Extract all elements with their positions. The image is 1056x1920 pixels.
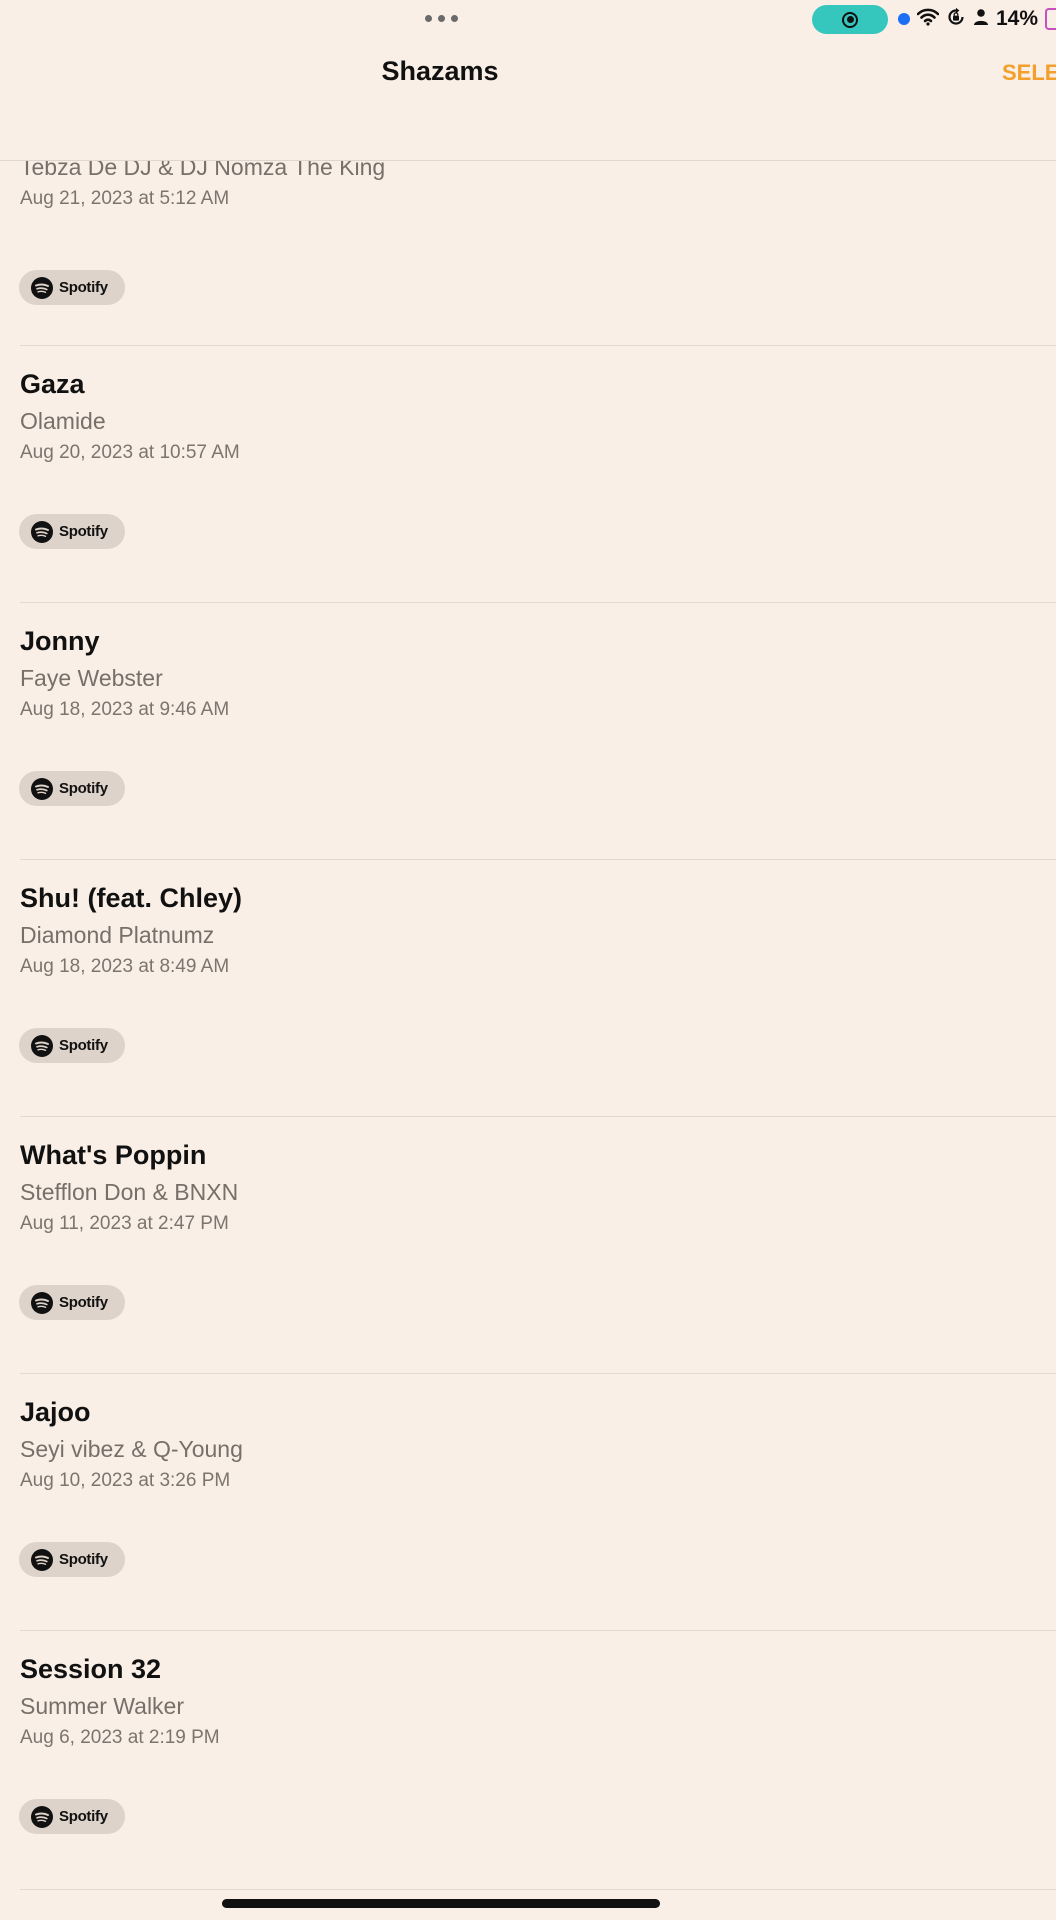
song-date: Aug 18, 2023 at 8:49 AM: [20, 956, 230, 977]
mic-indicator-icon: [898, 13, 910, 25]
open-in-spotify-button[interactable]: Spotify: [19, 270, 125, 305]
divider: [20, 1116, 1056, 1117]
list-item[interactable]: Gaza Olamide Aug 20, 2023 at 10:57 AM Sp…: [0, 345, 1056, 602]
spotify-icon: [31, 276, 53, 299]
wifi-icon: [916, 8, 940, 31]
song-artist: Faye Webster: [20, 665, 163, 691]
spotify-label: Spotify: [59, 523, 108, 540]
status-icons: 14%: [898, 6, 1056, 32]
song-date: Aug 21, 2023 at 5:12 AM: [20, 188, 230, 209]
spotify-label: Spotify: [59, 1037, 108, 1054]
song-artist: Olamide: [20, 408, 106, 434]
divider: [20, 345, 1056, 346]
shazams-screen: Tebza De DJ & DJ Nomza The King Aug 21, …: [0, 0, 1056, 1920]
rotation-lock-icon: [946, 7, 966, 32]
song-artist: Summer Walker: [20, 1693, 184, 1719]
song-title: Shu! (feat. Chley): [20, 883, 243, 913]
song-date: Aug 10, 2023 at 3:26 PM: [20, 1470, 231, 1491]
divider: [20, 1889, 1056, 1890]
spotify-icon: [31, 1805, 53, 1828]
battery-icon: [1045, 8, 1056, 30]
spotify-icon: [31, 520, 53, 543]
spotify-icon: [31, 777, 53, 800]
song-artist: Seyi vibez & Q-Young: [20, 1436, 243, 1462]
spotify-label: Spotify: [59, 1551, 108, 1568]
spotify-label: Spotify: [59, 279, 108, 296]
navigation-bar: Shazams SELECT: [0, 38, 1056, 161]
list-item[interactable]: Jajoo Seyi vibez & Q-Young Aug 10, 2023 …: [0, 1373, 1056, 1630]
song-title: Jonny: [20, 626, 100, 656]
divider: [20, 859, 1056, 860]
status-bar: 14%: [0, 0, 1056, 38]
open-in-spotify-button[interactable]: Spotify: [19, 1285, 125, 1320]
song-title: Gaza: [20, 369, 85, 399]
song-title: What's Poppin: [20, 1140, 207, 1170]
spotify-icon: [31, 1548, 53, 1571]
spotify-icon: [31, 1291, 53, 1314]
spotify-icon: [31, 1034, 53, 1057]
song-artist: Stefflon Don & BNXN: [20, 1179, 239, 1205]
list-item[interactable]: Tebza De DJ & DJ Nomza The King Aug 21, …: [0, 140, 1056, 345]
song-date: Aug 20, 2023 at 10:57 AM: [20, 442, 240, 463]
song-title: Session 32: [20, 1654, 162, 1684]
song-title: Jajoo: [20, 1397, 91, 1427]
list-item[interactable]: Jonny Faye Webster Aug 18, 2023 at 9:46 …: [0, 602, 1056, 859]
divider: [20, 1373, 1056, 1374]
open-in-spotify-button[interactable]: Spotify: [19, 514, 125, 549]
page-title: Shazams: [381, 56, 499, 86]
person-icon: [973, 8, 989, 31]
multitask-dots-icon[interactable]: [421, 12, 461, 24]
open-in-spotify-button[interactable]: Spotify: [19, 1799, 125, 1834]
song-artist: Diamond Platnumz: [20, 922, 215, 948]
screen-record-icon[interactable]: [812, 5, 888, 34]
open-in-spotify-button[interactable]: Spotify: [19, 1542, 125, 1577]
divider: [20, 602, 1056, 603]
list-item[interactable]: Session 32 Summer Walker Aug 6, 2023 at …: [0, 1630, 1056, 1887]
select-button[interactable]: SELECT: [1002, 60, 1056, 86]
home-indicator[interactable]: [222, 1899, 660, 1908]
open-in-spotify-button[interactable]: Spotify: [19, 771, 125, 806]
song-date: Aug 6, 2023 at 2:19 PM: [20, 1727, 220, 1748]
list-item[interactable]: Shu! (feat. Chley) Diamond Platnumz Aug …: [0, 859, 1056, 1116]
spotify-label: Spotify: [59, 780, 108, 797]
song-date: Aug 11, 2023 at 2:47 PM: [20, 1213, 229, 1234]
spotify-label: Spotify: [59, 1808, 108, 1825]
divider: [20, 1630, 1056, 1631]
open-in-spotify-button[interactable]: Spotify: [19, 1028, 125, 1063]
battery-percent: 14%: [996, 7, 1039, 30]
list-item[interactable]: What's Poppin Stefflon Don & BNXN Aug 11…: [0, 1116, 1056, 1373]
song-date: Aug 18, 2023 at 9:46 AM: [20, 699, 230, 720]
spotify-label: Spotify: [59, 1294, 108, 1311]
